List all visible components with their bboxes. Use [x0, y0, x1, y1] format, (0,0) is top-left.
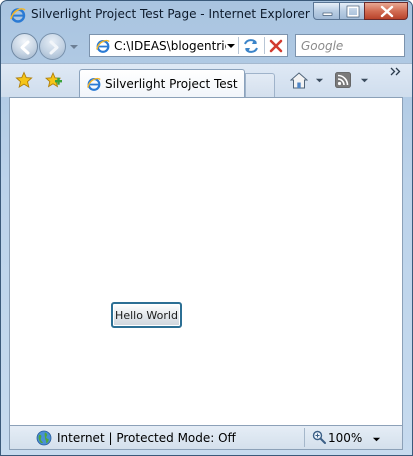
tab-silverlight-test-page[interactable]: Silverlight Project Test P...	[79, 69, 245, 98]
address-input[interactable]	[114, 38, 226, 54]
hello-world-button[interactable]: Hello World	[111, 302, 182, 328]
zoom-level[interactable]: 100%	[328, 431, 362, 445]
internet-explorer-icon	[10, 8, 26, 23]
security-zone-text: Internet | Protected Mode: Off	[57, 431, 236, 445]
divider	[238, 37, 239, 54]
maximize-button[interactable]	[339, 2, 365, 20]
divider	[304, 428, 305, 447]
stop-icon[interactable]	[267, 37, 285, 55]
close-icon	[380, 5, 394, 18]
search-input[interactable]	[301, 38, 401, 54]
home-dropdown-icon[interactable]	[315, 76, 324, 85]
address-bar[interactable]	[89, 34, 288, 57]
title-bar[interactable]: Silverlight Project Test Page - Internet…	[1, 1, 412, 29]
feeds-dropdown-icon[interactable]	[360, 76, 369, 85]
internet-explorer-icon	[87, 77, 101, 91]
page-content: Hello World	[9, 97, 403, 425]
divider	[264, 37, 265, 54]
minimize-button[interactable]	[313, 2, 340, 20]
zoom-dropdown-icon[interactable]	[372, 435, 381, 444]
back-button[interactable]	[11, 33, 38, 60]
new-tab-button[interactable]	[245, 73, 275, 98]
magnifier-icon[interactable]	[312, 430, 326, 444]
rss-feed-icon[interactable]	[335, 72, 351, 88]
forward-arrow-icon	[49, 40, 59, 55]
star-icon[interactable]	[15, 71, 33, 89]
window-title: Silverlight Project Test Page - Internet…	[31, 7, 313, 21]
refresh-icon[interactable]	[241, 37, 261, 55]
status-bar: Internet | Protected Mode: Off 100%	[9, 425, 403, 450]
page-icon	[96, 39, 110, 53]
home-icon[interactable]	[290, 72, 308, 89]
back-arrow-icon	[20, 40, 30, 55]
tab-bar: Silverlight Project Test P...	[1, 63, 412, 98]
minimize-icon	[322, 12, 333, 16]
add-favorite-icon[interactable]	[45, 71, 63, 89]
close-button[interactable]	[364, 2, 408, 20]
search-box[interactable]	[295, 34, 405, 57]
recent-pages-dropdown-icon[interactable]	[69, 42, 79, 52]
navigation-bar	[1, 29, 412, 63]
tab-label: Silverlight Project Test P...	[105, 77, 241, 91]
browser-window: Silverlight Project Test Page - Internet…	[0, 0, 413, 456]
maximize-icon	[346, 5, 360, 18]
address-dropdown-icon[interactable]	[226, 41, 236, 51]
more-chevron-icon[interactable]	[390, 67, 402, 77]
globe-icon	[36, 430, 52, 446]
forward-button[interactable]	[39, 33, 66, 60]
